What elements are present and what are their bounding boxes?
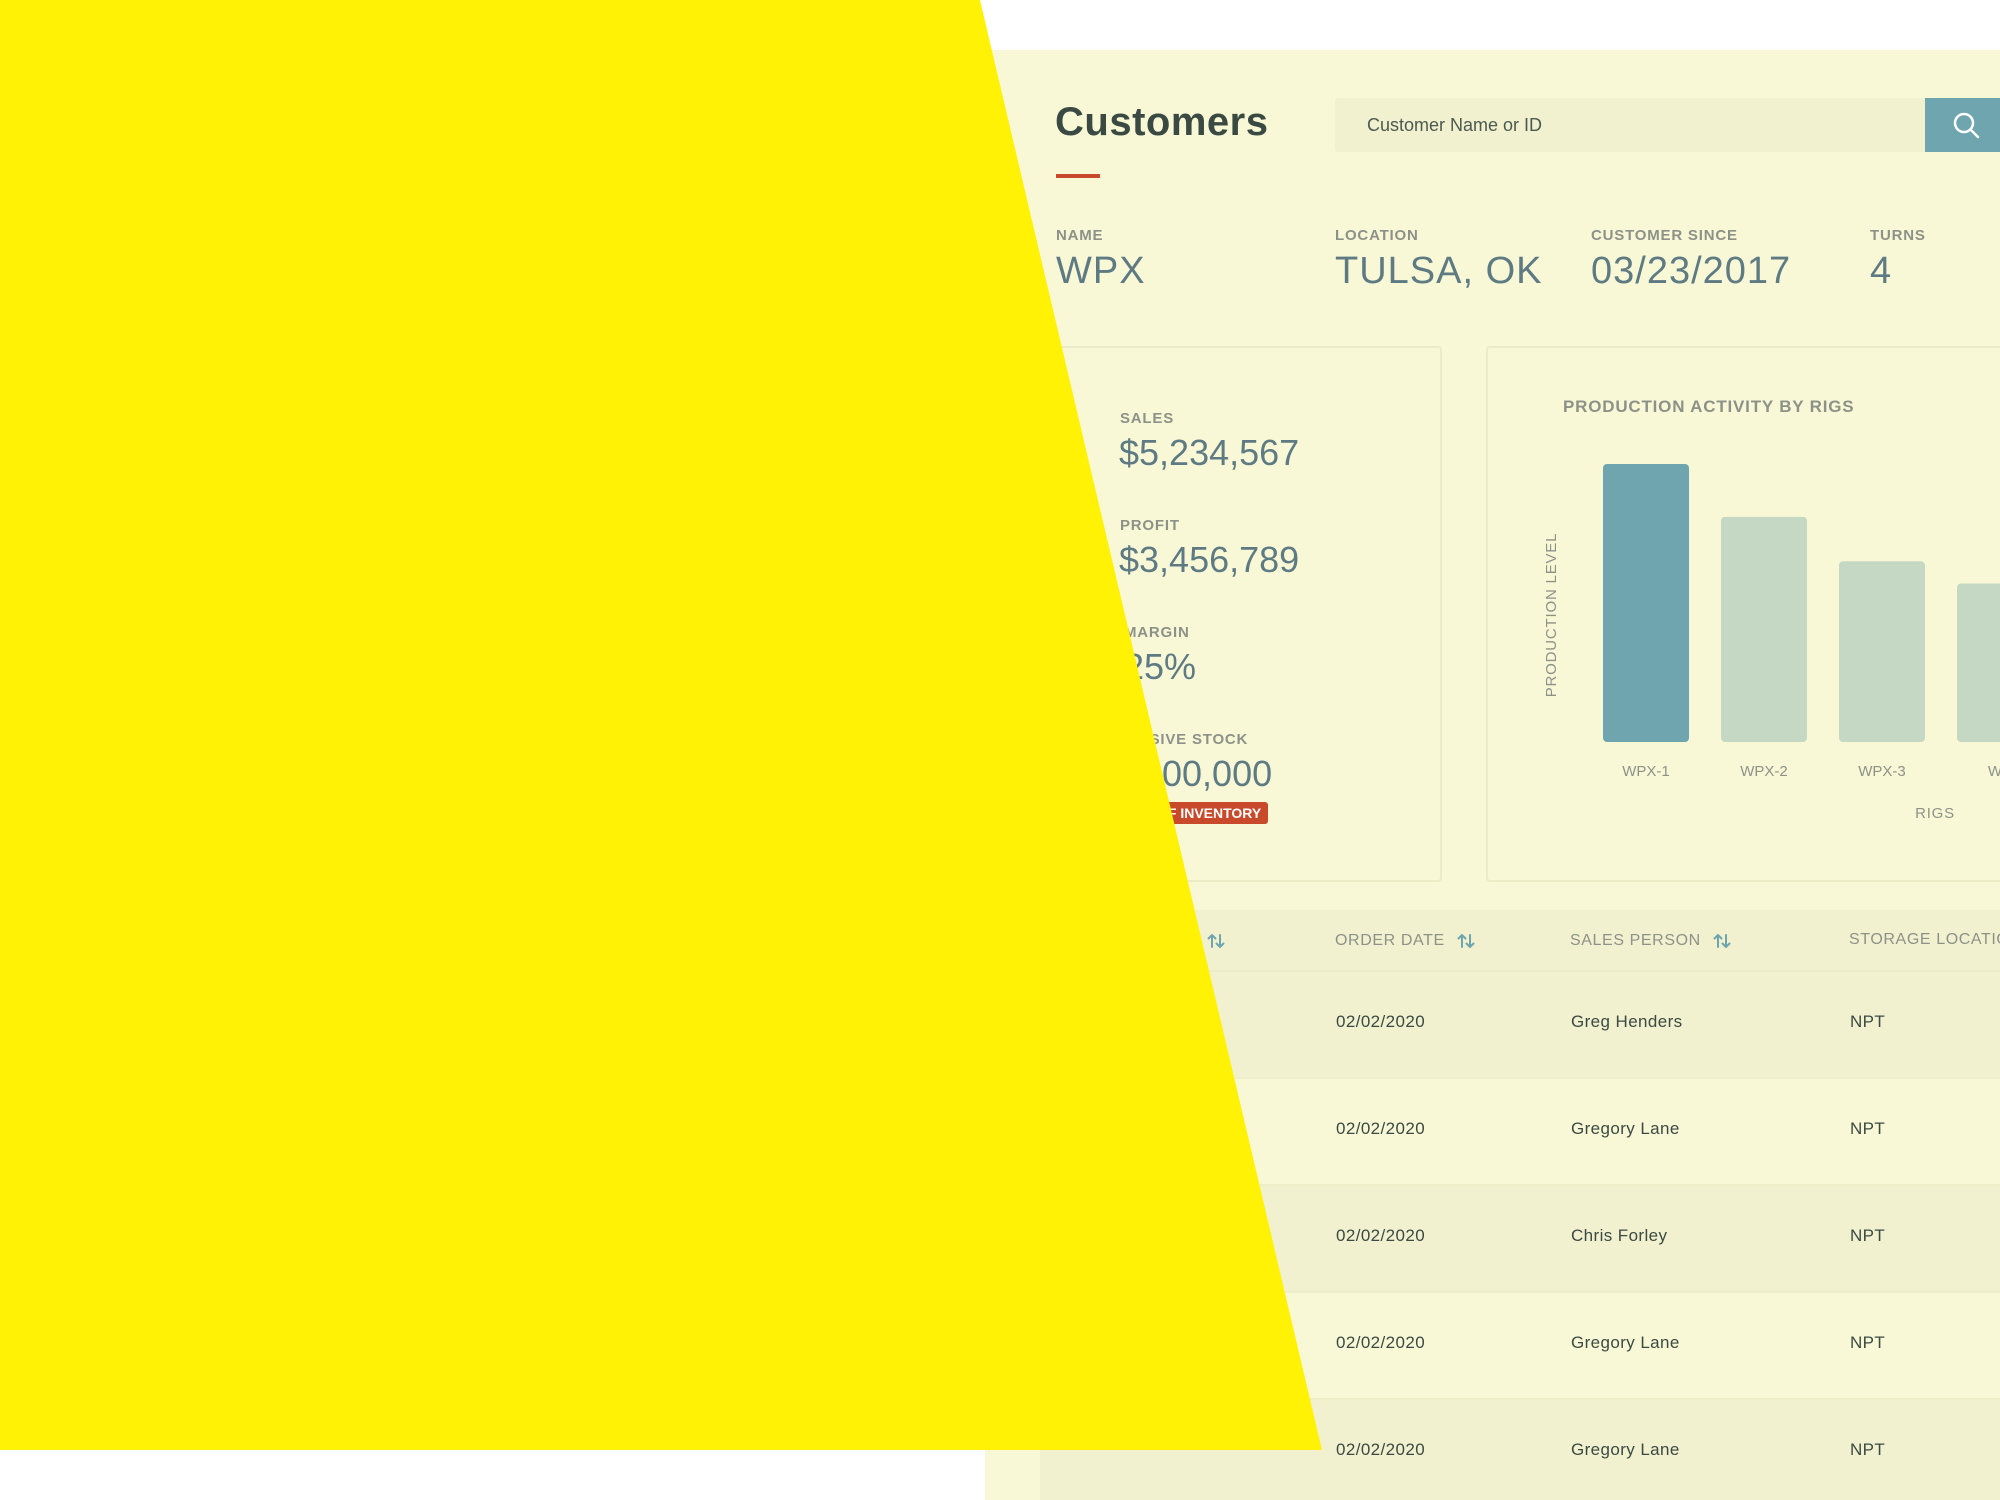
chart-bar <box>1721 516 1807 742</box>
customer-turns: 4 <box>1870 250 1893 292</box>
column-header-label: SALES PERSON <box>1570 932 1701 950</box>
sales-label: SALES <box>1120 410 1175 427</box>
storage-location-cell: NPT <box>1850 1333 1886 1352</box>
sales-person-cell: Chris Forley <box>1571 1226 1668 1245</box>
chart-bar <box>1957 583 2000 742</box>
sort-icon[interactable] <box>1712 931 1732 951</box>
chart-tick-label: WPX-1 <box>1622 763 1670 780</box>
order-date-cell: 02/02/2020 <box>1336 1012 1426 1031</box>
inventory-badge: OF INVENTORY <box>1150 802 1269 824</box>
customer-since-label: CUSTOMER SINCE <box>1591 227 1738 244</box>
storage-location-cell: NPT <box>1850 1440 1886 1459</box>
sort-icon[interactable] <box>1456 931 1476 951</box>
sales-person-cell: Gregory Lane <box>1571 1333 1680 1352</box>
chart-tick-label: WPX-3 <box>1858 763 1906 780</box>
customer-since: 03/23/2017 <box>1591 250 1792 292</box>
search-button[interactable] <box>1925 98 2000 152</box>
location-label: LOCATION <box>1335 227 1419 244</box>
column-header-order-date[interactable]: ORDER DATE <box>1335 931 1476 951</box>
column-header-label: STORAGE LOCATION <box>1849 931 2000 948</box>
search-icon <box>1953 112 1980 139</box>
production-chart: PRODUCTION LEVEL WPX-1 WPX-2 WPX-3 WP RIGS <box>1543 464 2000 822</box>
chart-x-axis-label: RIGS <box>1915 805 1955 822</box>
chart-y-axis-label: PRODUCTION LEVEL <box>1543 533 1560 698</box>
chart-title: PRODUCTION ACTIVITY BY RIGS <box>1563 397 1855 416</box>
excessive-stock-label: ESSIVE STOCK <box>1128 731 1249 748</box>
column-header-label: ORDER DATE <box>1335 932 1445 950</box>
name-label: NAME <box>1056 227 1104 244</box>
search-box[interactable] <box>1335 98 1925 152</box>
profit-label: PROFIT <box>1120 517 1180 534</box>
storage-location-cell: NPT <box>1850 1119 1886 1138</box>
column-header-label: ER <box>1172 932 1196 950</box>
sort-icon[interactable] <box>1206 931 1226 951</box>
chart-bar <box>1603 464 1689 742</box>
order-date-cell: 02/02/2020 <box>1336 1440 1426 1459</box>
margin-value: 25% <box>1124 646 1197 687</box>
storage-location-cell: NPT <box>1850 1226 1886 1245</box>
margin-label: MARGIN <box>1124 624 1190 641</box>
order-date-cell: 02/02/2020 <box>1336 1226 1426 1245</box>
sales-person-cell: Gregory Lane <box>1571 1440 1680 1459</box>
chart-tick-label: WP <box>1988 763 2000 780</box>
column-header-sales-person[interactable]: SALES PERSON <box>1570 931 1732 951</box>
page-title: Customers <box>1055 100 1269 144</box>
chart-tick-label: WPX-2 <box>1740 763 1788 780</box>
sales-person-cell: Gregory Lane <box>1571 1119 1680 1138</box>
column-header-order-number[interactable]: ER <box>1172 931 1226 951</box>
customer-location: TULSA, OK <box>1335 250 1543 292</box>
storage-location-cell: NPT <box>1850 1012 1886 1031</box>
sales-person-cell: Greg Henders <box>1571 1012 1683 1031</box>
order-date-cell: 02/02/2020 <box>1336 1333 1426 1352</box>
excessive-stock-value: 00,000 <box>1162 753 1273 794</box>
turns-label: TURNS <box>1870 227 1926 244</box>
profit-value: $3,456,789 <box>1119 539 1300 580</box>
sales-value: $5,234,567 <box>1119 432 1300 473</box>
title-underline <box>1056 174 1100 178</box>
customer-name: WPX <box>1056 250 1146 292</box>
chart-bar <box>1839 561 1925 742</box>
order-date-cell: 02/02/2020 <box>1336 1119 1426 1138</box>
search-input[interactable] <box>1335 98 1925 152</box>
column-header-storage-location[interactable]: STORAGE LOCATION <box>1849 931 2000 949</box>
